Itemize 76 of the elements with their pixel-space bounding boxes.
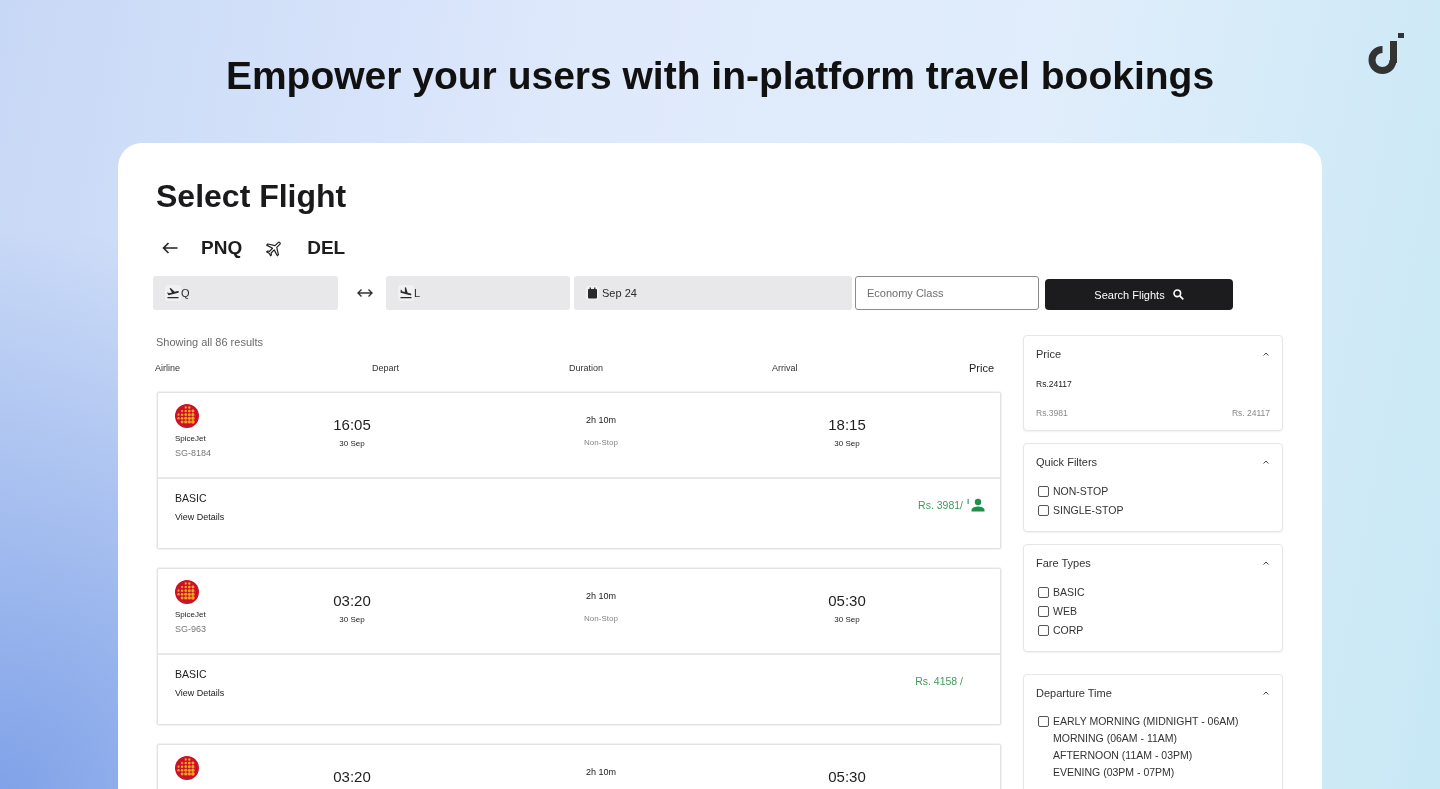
results-count: Showing all 86 results: [156, 335, 263, 349]
checkbox[interactable]: [1038, 486, 1049, 497]
filter-option-label[interactable]: CORP: [1053, 622, 1084, 639]
departure-date: 30 Sep: [339, 614, 365, 626]
destination-code: DEL: [307, 236, 346, 260]
logo-icon: [1368, 33, 1404, 74]
arrival-date: 30 Sep: [834, 614, 860, 626]
fare-price: Rs. 3981/: [918, 498, 963, 512]
departure-time: 03:20: [333, 771, 371, 783]
filter-title: Departure Time: [1036, 686, 1112, 700]
back-arrow-icon[interactable]: [162, 242, 178, 254]
search-icon: [1172, 289, 1184, 300]
checkbox[interactable]: [1038, 625, 1049, 636]
airline-logo-icon: [175, 756, 199, 780]
stops-label: Non-Stop: [584, 437, 618, 449]
column-header: Duration: [569, 362, 604, 375]
flight-duration: 2h 10m: [586, 766, 616, 778]
checkbox[interactable]: [1038, 606, 1049, 617]
filter-option-label[interactable]: EARLY MORNING (MIDNIGHT - 06AM): [1053, 713, 1239, 730]
column-header: Price: [968, 361, 994, 375]
view-details-link[interactable]: View Details: [175, 687, 225, 699]
takeoff-icon: [165, 285, 181, 301]
column-header: Airline: [155, 362, 180, 375]
departure-date: 30 Sep: [339, 438, 365, 450]
arrival-time: 18:15: [828, 419, 866, 431]
filter-option-label[interactable]: NON-STOP: [1053, 483, 1109, 500]
filter-option-label[interactable]: WEB: [1053, 603, 1077, 620]
search-flights-button[interactable]: Search Flights: [1045, 279, 1233, 310]
origin-code: PNQ: [201, 236, 243, 260]
departure-time: 16:05: [333, 419, 371, 431]
arrival-time: 05:30: [828, 595, 866, 607]
caret-icon[interactable]: [1263, 460, 1269, 464]
checkbox[interactable]: [1038, 716, 1049, 727]
time-range-label: EVENING (03PM - 07PM): [1053, 765, 1175, 780]
filter-title: Fare Types: [1036, 556, 1091, 570]
departure-time: 03:20: [333, 595, 371, 607]
landing-icon: [398, 285, 414, 301]
airline-name: SpiceJet: [175, 609, 206, 621]
view-details-link[interactable]: View Details: [175, 511, 225, 523]
airline-name: SpiceJet: [175, 433, 206, 445]
checkbox[interactable]: [1038, 505, 1049, 516]
column-header: Depart: [372, 362, 399, 375]
filter-option-label[interactable]: SINGLE-STOP: [1053, 502, 1124, 519]
page-title: Select Flight: [156, 177, 347, 216]
fare-type: BASIC: [175, 667, 207, 681]
flight-duration: 2h 10m: [586, 414, 616, 426]
calendar-icon: [586, 286, 599, 300]
checkbox[interactable]: [1038, 587, 1049, 598]
max-price: Rs. 24117: [1231, 407, 1270, 419]
origin-field[interactable]: Q: [153, 276, 338, 310]
fare-price: Rs. 4158 /: [915, 674, 963, 688]
selected-price: Rs.24117: [1036, 378, 1072, 390]
arrival-date: 30 Sep: [834, 438, 860, 450]
airline-logo-icon: [175, 404, 199, 428]
time-range-label: MORNING (06AM - 11AM): [1053, 731, 1178, 746]
flight-duration: 2h 10m: [586, 590, 616, 602]
caret-icon[interactable]: [1263, 352, 1269, 356]
time-range-label: AFTERNOON (11AM - 03PM): [1053, 748, 1193, 763]
stops-label: Non-Stop: [584, 613, 618, 625]
filter-option-label[interactable]: BASIC: [1053, 584, 1085, 601]
min-price: Rs.3981: [1036, 407, 1068, 419]
swap-icon[interactable]: [357, 288, 373, 298]
flight-number: SG-8184: [175, 447, 212, 459]
column-header: Arrival: [772, 362, 798, 375]
cabin-class-field[interactable]: Economy Class: [855, 276, 1039, 310]
caret-icon[interactable]: [1263, 561, 1269, 565]
filter-title: Quick Filters: [1036, 455, 1098, 469]
flight-number: SG-963: [175, 623, 207, 635]
airline-logo-icon: [175, 580, 199, 604]
arrival-time: 05:30: [828, 771, 866, 783]
caret-icon[interactable]: [1263, 691, 1269, 695]
date-field[interactable]: Sep 24: [574, 276, 852, 310]
headline: Empower your users with in-platform travel bookings: [225, 53, 1215, 99]
destination-field[interactable]: L: [386, 276, 570, 310]
filter-title: Price: [1036, 347, 1062, 361]
fare-type: BASIC: [175, 491, 207, 505]
